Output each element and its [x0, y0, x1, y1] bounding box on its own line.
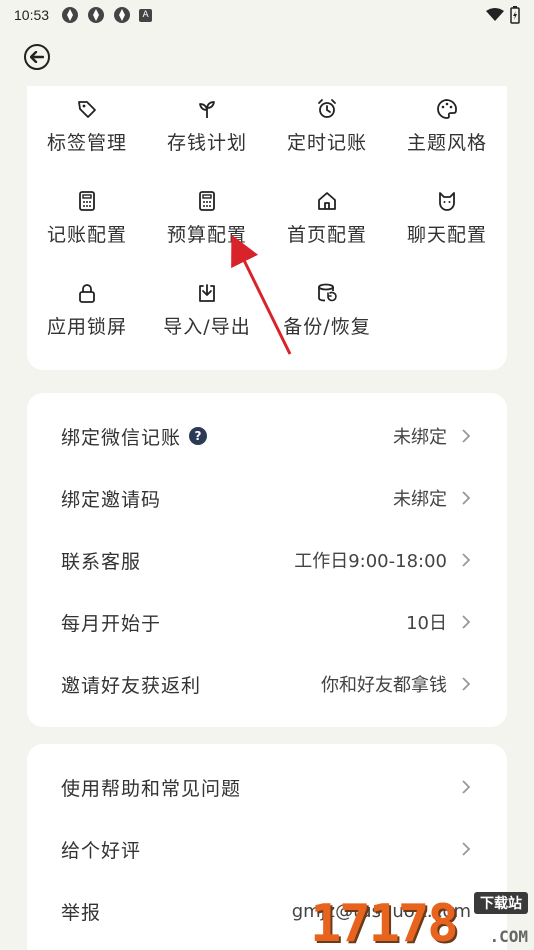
row-value: 工作日9:00-18:00	[294, 551, 447, 572]
watermark-domain: .COM	[489, 927, 528, 946]
row-title: 每月开始于	[61, 612, 162, 635]
calculator-icon	[199, 191, 215, 211]
chevron-right-icon	[462, 615, 471, 629]
import-icon	[199, 284, 215, 302]
grid-item-tag-manage[interactable]: 标签管理	[27, 94, 147, 186]
site-watermark: 17178 下载站 .COM	[310, 888, 534, 950]
row-title: 举报	[61, 901, 102, 924]
grid-item-backup-restore[interactable]: 备份/恢复	[267, 278, 387, 370]
chevron-right-icon	[462, 491, 471, 505]
settings-row-customer-service[interactable]: 联系客服 工作日9:00-18:00	[27, 529, 507, 591]
status-bar: 10:53 A	[0, 0, 534, 30]
grid-item-label: 存钱计划	[166, 132, 247, 154]
grid-item-theme[interactable]: 主题风格	[387, 94, 507, 186]
grid-item-label: 首页配置	[286, 224, 367, 246]
grid-item-label: 主题风格	[406, 132, 487, 154]
row-title: 使用帮助和常见问题	[61, 777, 242, 800]
calculator-icon	[79, 191, 95, 211]
settings-row-invite-rebate[interactable]: 邀请好友获返利 你和好友都拿钱	[27, 653, 507, 715]
feature-grid: 标签管理 存钱计划 定时记账 主题风格 记账配置 预算配置 首页配置 聊天配置 …	[27, 86, 507, 370]
help-row-faq[interactable]: 使用帮助和常见问题	[27, 756, 507, 818]
status-time: 10:53	[14, 7, 50, 23]
feature-grid-card: 标签管理 存钱计划 定时记账 主题风格 记账配置 预算配置 首页配置 聊天配置 …	[27, 86, 507, 370]
chevron-right-icon	[462, 553, 471, 567]
grid-item-label: 标签管理	[46, 132, 127, 154]
palette-icon	[437, 99, 457, 119]
chevron-right-icon	[462, 842, 471, 856]
row-title: 绑定微信记账	[61, 426, 182, 449]
settings-row-wechat-bind[interactable]: 绑定微信记账 ? 未绑定	[27, 405, 507, 467]
watermark-tag: 下载站	[474, 892, 528, 914]
row-value: 10日	[406, 613, 447, 634]
grid-item-import-export[interactable]: 导入/导出	[147, 278, 267, 370]
sprout-icon	[199, 101, 215, 118]
notification-icons: A	[61, 6, 153, 24]
row-value: 你和好友都拿钱	[321, 675, 447, 696]
grid-item-savings-plan[interactable]: 存钱计划	[147, 94, 267, 186]
letter-notification-icon: A	[139, 8, 153, 22]
battery-icon	[510, 6, 520, 24]
watermark-logo: 17178	[310, 894, 459, 950]
grid-item-bookkeeping-config[interactable]: 记账配置	[27, 186, 147, 278]
grid-item-label: 应用锁屏	[46, 316, 127, 338]
chevron-right-icon	[462, 780, 471, 794]
app-notification-icon	[114, 7, 131, 23]
row-title: 邀请好友获返利	[61, 674, 202, 697]
grid-item-label: 导入/导出	[163, 316, 251, 338]
app-notification-icon	[62, 7, 79, 23]
row-value: 未绑定	[393, 489, 447, 510]
help-row-rate[interactable]: 给个好评	[27, 818, 507, 880]
alarm-icon	[318, 99, 336, 118]
cat-icon	[439, 192, 455, 211]
settings-card: 绑定微信记账 ? 未绑定 绑定邀请码 未绑定 联系客服 工作日9:00-18:0…	[27, 393, 507, 727]
row-value: 未绑定	[393, 427, 447, 448]
settings-row-month-start[interactable]: 每月开始于 10日	[27, 591, 507, 653]
chevron-right-icon	[462, 677, 471, 691]
app-notification-icon	[88, 7, 105, 23]
settings-row-invite-code[interactable]: 绑定邀请码 未绑定	[27, 467, 507, 529]
grid-item-label: 预算配置	[166, 224, 247, 246]
grid-item-label: 定时记账	[286, 132, 367, 154]
help-icon[interactable]: ?	[189, 427, 208, 445]
chevron-right-icon	[462, 429, 471, 443]
row-title: 联系客服	[61, 550, 142, 573]
database-restore-icon	[318, 283, 337, 302]
grid-item-label: 备份/恢复	[283, 316, 371, 338]
grid-item-scheduled-entry[interactable]: 定时记账	[267, 94, 387, 186]
row-title: 绑定邀请码	[61, 488, 162, 511]
grid-item-app-lock[interactable]: 应用锁屏	[27, 278, 147, 370]
home-icon	[318, 192, 336, 210]
grid-item-home-config[interactable]: 首页配置	[267, 186, 387, 278]
grid-item-label: 记账配置	[46, 224, 127, 246]
back-button[interactable]	[24, 44, 50, 70]
grid-item-budget-config[interactable]: 预算配置	[147, 186, 267, 278]
wifi-icon	[486, 8, 504, 21]
grid-item-label: 聊天配置	[406, 224, 487, 246]
grid-item-chat-config[interactable]: 聊天配置	[387, 186, 507, 278]
tag-icon	[78, 101, 96, 118]
arrow-left-icon	[30, 51, 44, 63]
lock-icon	[79, 284, 95, 303]
row-title: 给个好评	[61, 839, 142, 862]
